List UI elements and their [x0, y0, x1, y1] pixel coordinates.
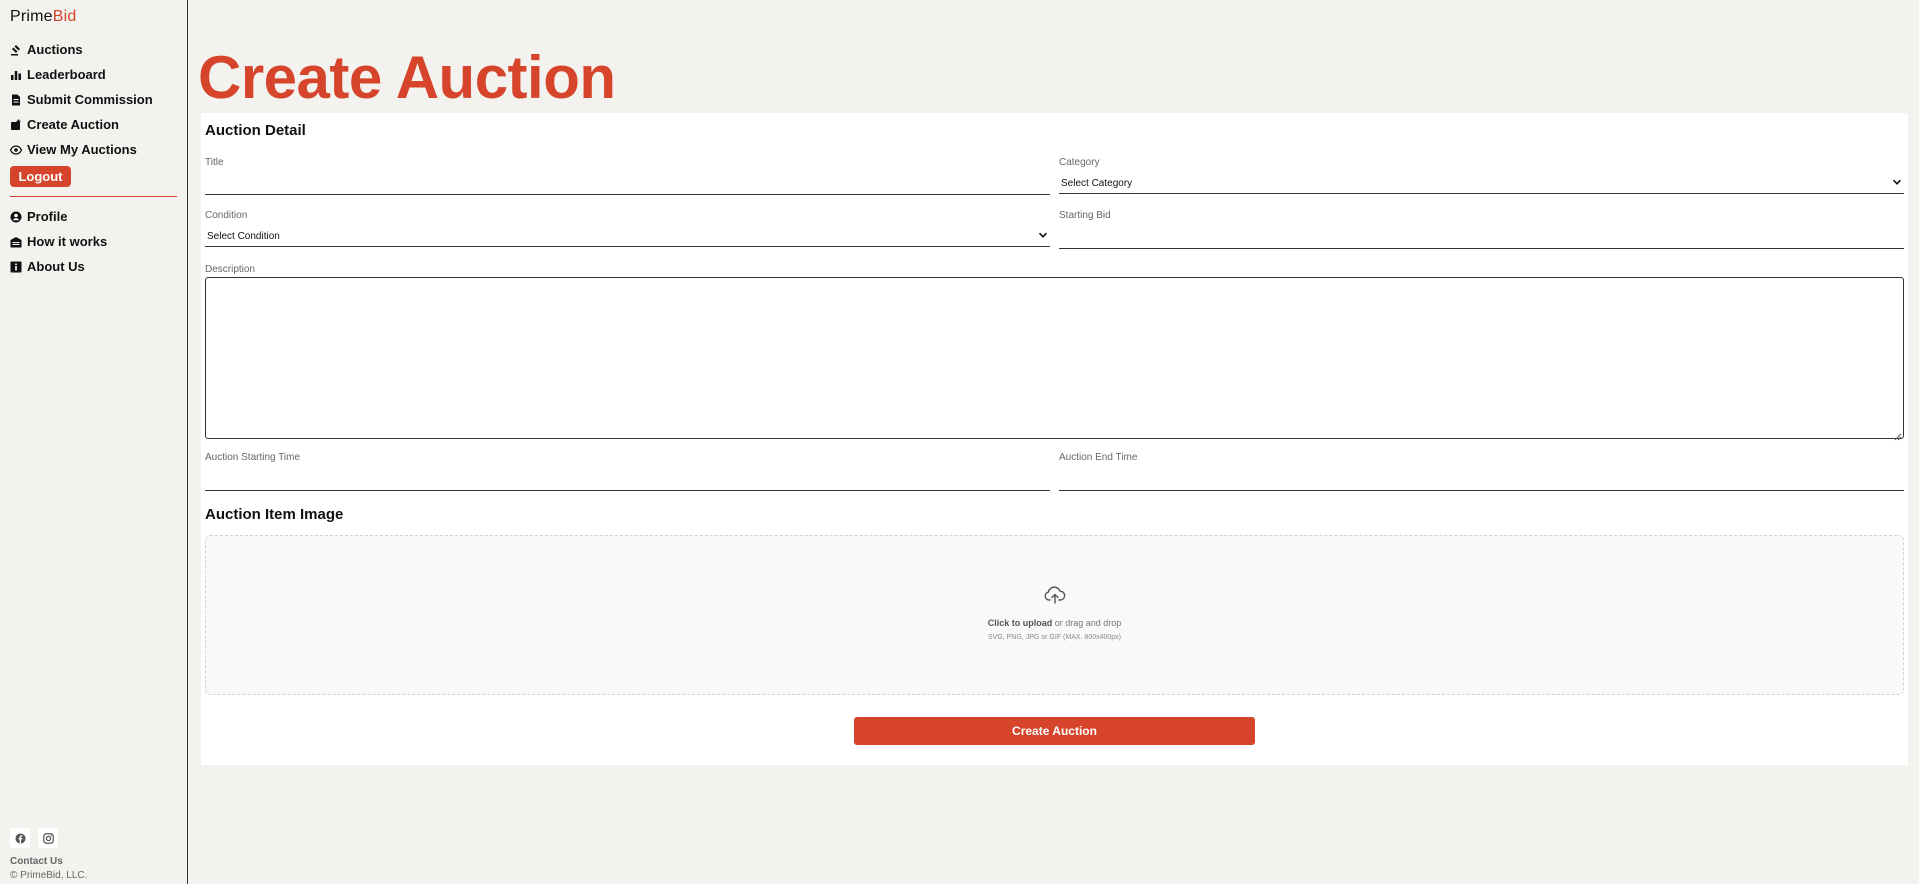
- end-time-input[interactable]: [1059, 469, 1904, 491]
- chevron-down-icon: [1038, 230, 1048, 243]
- title-label: Title: [205, 157, 224, 168]
- condition-selected-value: Select Condition: [207, 231, 280, 242]
- eye-icon: [10, 144, 22, 156]
- category-label: Category: [1059, 157, 1100, 168]
- brand-name-primary: Prime: [10, 8, 53, 25]
- condition-select[interactable]: Select Condition: [205, 227, 1050, 247]
- start-time-input[interactable]: [205, 469, 1050, 491]
- brand-name-accent: Bid: [52, 8, 77, 25]
- create-auction-form: Auction Detail Title Category Select Cat…: [201, 113, 1908, 765]
- facebook-icon[interactable]: [10, 828, 30, 848]
- sidebar-item-profile[interactable]: Profile: [10, 204, 107, 229]
- starting-bid-label: Starting Bid: [1059, 210, 1111, 221]
- secondary-nav: Profile How it works About Us: [10, 204, 107, 279]
- sidebar-item-how-it-works[interactable]: How it works: [10, 229, 107, 254]
- info-icon: [10, 261, 22, 273]
- sidebar-item-label: How it works: [27, 234, 108, 249]
- sidebar-item-auctions[interactable]: Auctions: [10, 37, 153, 62]
- copyright-text: © PrimeBid, LLC.: [10, 870, 88, 881]
- end-time-label: Auction End Time: [1059, 452, 1138, 463]
- starting-bid-input[interactable]: [1059, 227, 1904, 249]
- brand-logo[interactable]: PrimeBid: [10, 8, 77, 26]
- create-auction-button[interactable]: Create Auction: [854, 717, 1255, 745]
- description-textarea[interactable]: [205, 277, 1904, 439]
- primary-nav: Auctions Leaderboard Submit Commission C…: [10, 37, 153, 162]
- click-to-upload-text[interactable]: Click to upload: [988, 618, 1053, 628]
- contact-us-link[interactable]: Contact Us: [10, 856, 63, 867]
- chevron-down-icon: [1892, 177, 1902, 190]
- upload-format-hint: SVG, PNG, JPG or GIF (MAX. 800x400px): [987, 634, 1122, 641]
- logout-button[interactable]: Logout: [10, 166, 71, 187]
- description-label: Description: [205, 264, 256, 275]
- sidebar-item-label: Submit Commission: [27, 92, 153, 107]
- page-title: Create Auction: [198, 44, 616, 111]
- sidebar-item-submit-commission[interactable]: Submit Commission: [10, 87, 153, 112]
- upload-instructions: Click to upload or drag and drop: [206, 618, 1903, 628]
- user-circle-icon: [10, 211, 22, 223]
- sidebar-item-create-auction[interactable]: Create Auction: [10, 112, 153, 137]
- title-input[interactable]: [205, 173, 1050, 195]
- auction-item-image-heading: Auction Item Image: [205, 506, 344, 523]
- cloud-upload-icon: [1044, 586, 1066, 604]
- garage-icon: [10, 236, 22, 248]
- sidebar-item-label: Auctions: [27, 42, 83, 57]
- auction-detail-heading: Auction Detail: [205, 122, 306, 139]
- drag-drop-text: or drag and drop: [1052, 618, 1122, 628]
- image-dropzone[interactable]: Click to upload or drag and drop SVG, PN…: [205, 535, 1904, 695]
- bar-chart-icon: [10, 69, 22, 81]
- document-icon: [10, 94, 22, 106]
- sidebar-item-view-my-auctions[interactable]: View My Auctions: [10, 137, 153, 162]
- sidebar-item-label: Profile: [27, 209, 68, 224]
- resize-grip-icon[interactable]: [1894, 428, 1902, 441]
- box-plus-icon: [10, 119, 22, 131]
- sidebar: PrimeBid Auctions Leaderboard Submit Com…: [0, 0, 188, 884]
- sidebar-item-label: About Us: [27, 259, 85, 274]
- gavel-icon: [10, 44, 22, 56]
- sidebar-item-about-us[interactable]: About Us: [10, 254, 107, 279]
- sidebar-divider: [10, 196, 177, 197]
- sidebar-item-label: Leaderboard: [27, 67, 106, 82]
- sidebar-item-leaderboard[interactable]: Leaderboard: [10, 62, 153, 87]
- category-selected-value: Select Category: [1061, 178, 1133, 189]
- start-time-label: Auction Starting Time: [205, 452, 301, 463]
- instagram-icon[interactable]: [38, 828, 58, 848]
- social-links: [10, 828, 58, 848]
- sidebar-item-label: Create Auction: [27, 117, 119, 132]
- category-select[interactable]: Select Category: [1059, 174, 1904, 194]
- sidebar-item-label: View My Auctions: [27, 142, 137, 157]
- condition-label: Condition: [205, 210, 248, 221]
